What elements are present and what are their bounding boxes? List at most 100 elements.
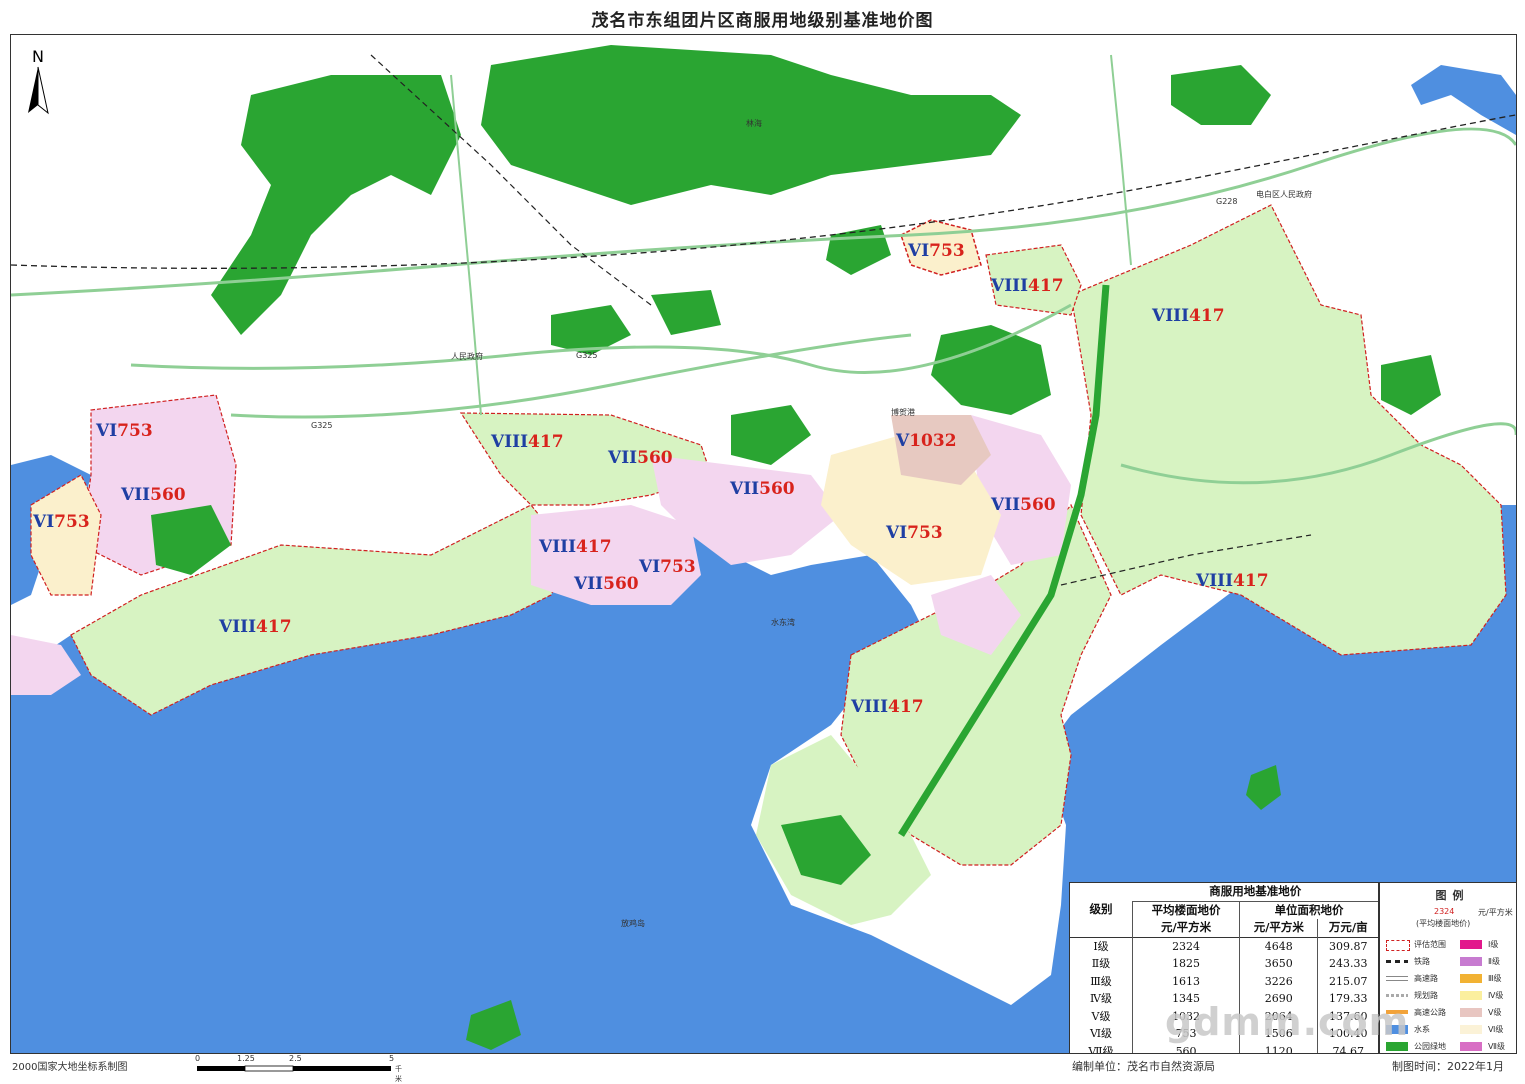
table-row: Ⅰ级 2324 4648 309.87 (1070, 936, 1378, 955)
producer: 编制单位：茂名市自然资源局 (1072, 1060, 1215, 1073)
zone-grade: VIII (539, 537, 577, 557)
legend-label: 评估范围 (1414, 940, 1446, 949)
zone-grade: VII (730, 479, 760, 499)
forest-small-3 (651, 290, 721, 335)
zone-price: 753 (54, 512, 90, 532)
legend-sample: 2324 元/平方米 (平均楼面地价) (1386, 907, 1516, 931)
zone-price: 753 (907, 523, 943, 543)
legend-sample-unit: 元/平方米 (1478, 908, 1513, 917)
zone-label: VII560 (730, 479, 795, 499)
zone-grade: VIII (491, 432, 529, 452)
north-letter: N (32, 47, 44, 66)
forest-north-east (1171, 65, 1271, 125)
zone-label: VI753 (96, 421, 153, 441)
scale-bar: 0 1.25 2.5 5 千米 (195, 1054, 405, 1083)
zone-label: VIII417 (219, 617, 292, 637)
scale-unit: 千米 (395, 1065, 402, 1083)
zone-label: VIII417 (539, 537, 612, 557)
zone-label: VIII417 (991, 276, 1064, 296)
zone-price: 753 (660, 557, 696, 577)
watermark: gdmm.com (1165, 1000, 1410, 1044)
north-arrow-icon: N (23, 47, 53, 117)
cell-level: Ⅴ级 (1091, 1009, 1111, 1023)
zone-price: 417 (528, 432, 564, 452)
legend-label: 高速公路 (1414, 1008, 1446, 1017)
place-label: G325 (576, 351, 598, 360)
zone-price: 417 (1189, 306, 1225, 326)
legend-level-label: Ⅵ级 (1488, 1025, 1504, 1034)
zone-price: 417 (888, 697, 924, 717)
col-area: 单位面积地价 (1239, 901, 1378, 919)
zone-grade: VI (908, 241, 930, 261)
legend-level-swatch (1460, 957, 1482, 966)
legend-swatch (1386, 940, 1410, 951)
zone-grade: VI (639, 557, 661, 577)
zone-price: 560 (150, 485, 186, 505)
zone-label: VII560 (608, 448, 673, 468)
zone-price: 417 (576, 537, 612, 557)
zone-label: VII560 (574, 574, 639, 594)
place-label: G228 (1216, 197, 1238, 206)
zone-price: 417 (1233, 571, 1269, 591)
legend-level-swatch (1460, 1025, 1482, 1034)
forest-small-4 (731, 405, 811, 465)
legend-label: 水系 (1414, 1025, 1430, 1034)
zone-label: VI753 (639, 557, 696, 577)
legend-level-label: Ⅴ级 (1488, 1008, 1502, 1017)
forest-north-west (211, 75, 461, 335)
cell-mu: 215.07 (1317, 972, 1378, 990)
zone-price: 560 (603, 574, 639, 594)
legend-level-swatch (1460, 1042, 1482, 1051)
zone-label: V1032 (896, 431, 957, 451)
zone-label: VII560 (121, 485, 186, 505)
zone-grade: VII (121, 485, 151, 505)
zone-label: VIII417 (1196, 571, 1269, 591)
cell-mu: 243.33 (1317, 955, 1378, 973)
cell-floor: 1613 (1131, 972, 1240, 990)
legend-swatch (1386, 994, 1408, 997)
zone-label: VIII417 (851, 697, 924, 717)
zone-grade: VI (96, 421, 118, 441)
col-level: 级别 (1089, 902, 1113, 916)
price-table-title: 商服用地基准地价 (1132, 883, 1378, 902)
zone-grade: V (896, 431, 910, 451)
cell-level: Ⅲ级 (1090, 974, 1112, 988)
zone-label: VIII417 (1152, 306, 1225, 326)
cell-area: 3226 (1239, 972, 1318, 990)
table-row: Ⅲ级 1613 3226 215.07 (1070, 972, 1378, 990)
col-area-unit1: 元/平方米 (1239, 919, 1318, 937)
zone-grade: VII (574, 574, 604, 594)
zone-price: 753 (117, 421, 153, 441)
zone-price: 560 (1020, 495, 1056, 515)
place-label: 林海 (746, 119, 762, 128)
zone-price: 560 (637, 448, 673, 468)
legend-label: 高速路 (1414, 974, 1438, 983)
made-time: 制图时间：2022年1月 (1392, 1060, 1504, 1073)
zone-label: VI753 (33, 512, 90, 532)
zone-grade: VIII (1152, 306, 1190, 326)
legend-level-swatch (1460, 974, 1482, 983)
cell-floor: 2324 (1131, 936, 1240, 955)
cell-area: 3650 (1239, 955, 1318, 973)
zone-price: 560 (759, 479, 795, 499)
place-label: G325 (311, 421, 333, 430)
zone-grade: VIII (219, 617, 257, 637)
zone-grade: VIII (991, 276, 1029, 296)
road-north-south-2 (1110, 54, 1132, 266)
legend-label: 铁路 (1414, 957, 1430, 966)
col-floor-unit: 元/平方米 (1131, 919, 1240, 937)
legend-sample-note: (平均楼面地价) (1416, 919, 1471, 928)
legend-level-label: Ⅰ级 (1488, 940, 1499, 949)
zone-label: VI753 (908, 241, 965, 261)
compass-needle-icon (28, 66, 49, 115)
legend-title: 图例 (1435, 889, 1470, 902)
forest-central-hill (931, 325, 1051, 415)
footer: 2000国家大地坐标系制图 0 1.25 2.5 5 千米 编制单位：茂名市自然… (0, 1052, 1525, 1083)
legend-level-label: Ⅱ级 (1488, 957, 1500, 966)
road-north-south (450, 74, 482, 416)
cell-level: Ⅰ级 (1070, 936, 1133, 955)
zone-label: VIII417 (491, 432, 564, 452)
map-canvas[interactable]: N VI753 VIII417 VIII417 VI753 VIII417 VII560 V… (10, 34, 1517, 1054)
forest-east-coast (1381, 355, 1441, 415)
zone-price: 753 (929, 241, 965, 261)
